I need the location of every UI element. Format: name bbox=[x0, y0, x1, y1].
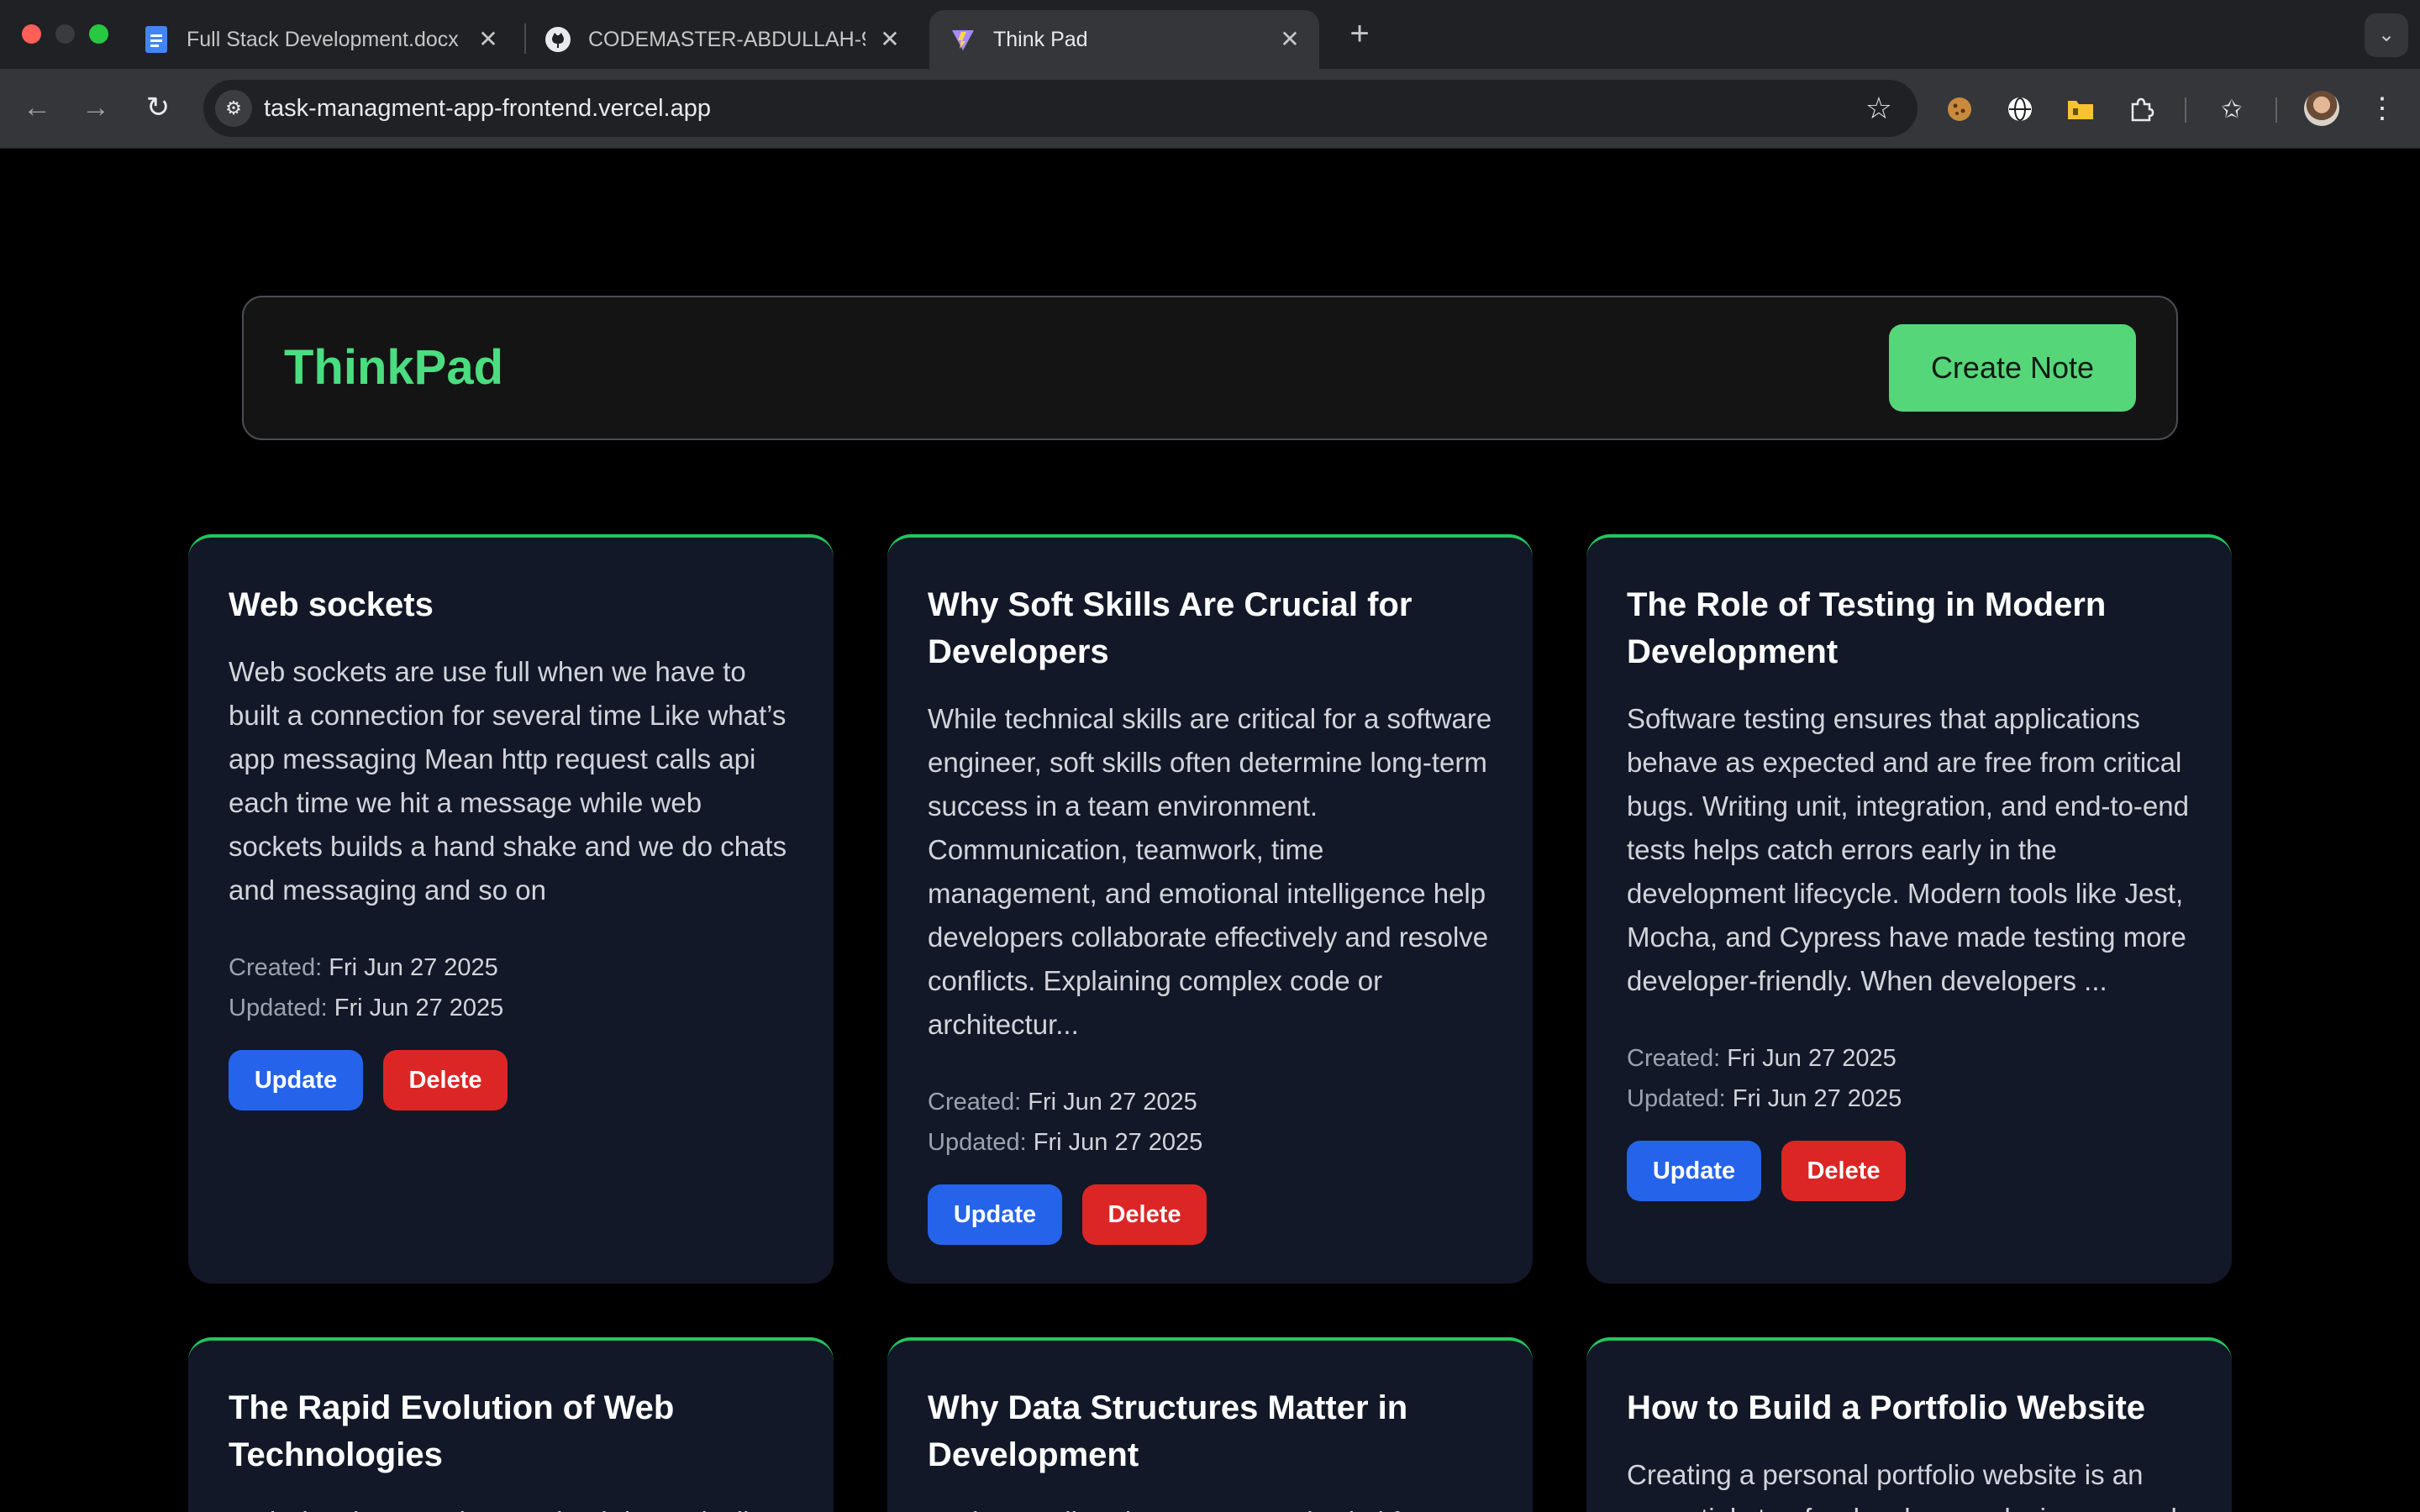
updated-date: Fri Jun 27 2025 bbox=[1732, 1085, 1902, 1112]
url-text[interactable]: task-managment-app-frontend.vercel.app bbox=[264, 95, 711, 123]
address-bar[interactable]: ⚙ task-managment-app-frontend.vercel.app… bbox=[203, 80, 1918, 137]
note-content: Web sockets are use full when we have to… bbox=[229, 656, 787, 906]
reload-icon[interactable]: ↻ bbox=[139, 89, 176, 126]
note-title: Web sockets bbox=[229, 586, 434, 623]
back-arrow-icon[interactable]: ← bbox=[18, 89, 55, 126]
globe-extension-icon[interactable] bbox=[2003, 92, 2037, 126]
created-label: Created: bbox=[229, 954, 323, 981]
note-card: How to Build a Portfolio Website Creatin… bbox=[1586, 1337, 2232, 1512]
browser-toolbar: ← → ↻ ⚙ task-managment-app-frontend.verc… bbox=[0, 69, 2420, 149]
note-actions: Update Delete bbox=[928, 1184, 1207, 1245]
note-title: How to Build a Portfolio Website bbox=[1627, 1389, 2146, 1426]
note-actions: Update Delete bbox=[1627, 1141, 1906, 1201]
toolbar-separator bbox=[2275, 97, 2277, 123]
note-card: Why Soft Skills Are Crucial for Develope… bbox=[887, 534, 1533, 1284]
updated-label: Updated: bbox=[1627, 1085, 1726, 1112]
note-updated: Updated: Fri Jun 27 2025 bbox=[928, 1122, 1202, 1163]
bookmark-star-icon[interactable]: ☆ bbox=[1865, 92, 1892, 125]
toolbar-separator bbox=[2185, 97, 2186, 123]
tab-full-stack-development[interactable]: Full Stack Development.docx ✕ bbox=[123, 10, 518, 69]
note-created: Created: Fri Jun 27 2025 bbox=[1627, 1038, 1897, 1079]
updated-date: Fri Jun 27 2025 bbox=[1033, 1129, 1203, 1156]
note-updated: Updated: Fri Jun 27 2025 bbox=[229, 988, 503, 1028]
note-card: The Rapid Evolution of Web Technologies … bbox=[188, 1337, 834, 1512]
cookie-icon[interactable] bbox=[1943, 92, 1976, 126]
close-tab-icon[interactable]: ✕ bbox=[877, 27, 902, 52]
note-card: Why Data Structures Matter in Developmen… bbox=[887, 1337, 1533, 1512]
close-tab-icon[interactable]: ✕ bbox=[476, 27, 501, 52]
tab-title: Think Pad bbox=[993, 27, 1088, 51]
folder-extension-icon[interactable] bbox=[2064, 92, 2097, 126]
close-tab-icon[interactable]: ✕ bbox=[1277, 27, 1302, 52]
note-title: The Rapid Evolution of Web Technologies bbox=[229, 1389, 675, 1473]
note-content: While technical skills are critical for … bbox=[928, 703, 1492, 1040]
bookmark-star-icon[interactable]: ✩ bbox=[2215, 92, 2249, 126]
tab-title: Full Stack Development.docx bbox=[187, 27, 459, 51]
note-content: Web development has evolved dramatically bbox=[229, 1500, 800, 1512]
site-info-icon[interactable]: ⚙ bbox=[215, 90, 252, 127]
updated-label: Updated: bbox=[928, 1129, 1027, 1156]
delete-button[interactable]: Delete bbox=[383, 1050, 508, 1110]
forward-arrow-icon[interactable]: → bbox=[77, 89, 114, 126]
puzzle-icon[interactable] bbox=[2124, 92, 2158, 126]
created-label: Created: bbox=[928, 1089, 1022, 1116]
app-navbar: ThinkPad Create Note bbox=[242, 296, 2178, 440]
note-created: Created: Fri Jun 27 2025 bbox=[229, 948, 498, 988]
vite-icon bbox=[950, 26, 976, 53]
app-logo-title[interactable]: ThinkPad bbox=[284, 339, 503, 396]
update-button[interactable]: Update bbox=[1627, 1141, 1761, 1201]
created-label: Created: bbox=[1627, 1045, 1721, 1072]
profile-avatar[interactable] bbox=[2304, 91, 2339, 126]
window-close-button[interactable] bbox=[22, 24, 41, 44]
delete-button[interactable]: Delete bbox=[1781, 1141, 1906, 1201]
window-maximize-button[interactable] bbox=[89, 24, 108, 44]
created-date: Fri Jun 27 2025 bbox=[1028, 1089, 1197, 1116]
note-content: Software testing ensures that applicatio… bbox=[1627, 703, 2189, 996]
create-note-button[interactable]: Create Note bbox=[1889, 324, 2136, 412]
note-content: Understanding data structures is vital f… bbox=[928, 1500, 1499, 1512]
updated-date: Fri Jun 27 2025 bbox=[334, 995, 504, 1021]
note-title: Why Soft Skills Are Crucial for Develope… bbox=[928, 586, 1413, 670]
note-card: The Role of Testing in Modern Developmen… bbox=[1586, 534, 2232, 1284]
update-button[interactable]: Update bbox=[229, 1050, 363, 1110]
note-card: Web sockets Web sockets are use full whe… bbox=[188, 534, 834, 1284]
note-updated: Updated: Fri Jun 27 2025 bbox=[1627, 1079, 1902, 1119]
note-actions: Update Delete bbox=[229, 1050, 508, 1110]
created-date: Fri Jun 27 2025 bbox=[329, 954, 498, 981]
note-title: Why Data Structures Matter in Developmen… bbox=[928, 1389, 1408, 1473]
note-created: Created: Fri Jun 27 2025 bbox=[928, 1082, 1197, 1122]
note-title: The Role of Testing in Modern Developmen… bbox=[1627, 586, 2107, 670]
tab-title: CODEMASTER-ABDULLAH-9 bbox=[588, 27, 865, 51]
updated-label: Updated: bbox=[229, 995, 328, 1021]
created-date: Fri Jun 27 2025 bbox=[1727, 1045, 1897, 1072]
note-content: Creating a personal portfolio website is… bbox=[1627, 1459, 2177, 1512]
tab-search-chevron-icon[interactable]: ⌄ bbox=[2365, 13, 2408, 57]
tab-think-pad[interactable]: Think Pad ✕ bbox=[929, 10, 1319, 69]
browser-menu-icon[interactable]: ⋮ bbox=[2368, 89, 2396, 128]
new-tab-button[interactable]: + bbox=[1341, 17, 1378, 54]
delete-button[interactable]: Delete bbox=[1082, 1184, 1207, 1245]
update-button[interactable]: Update bbox=[928, 1184, 1062, 1245]
github-icon bbox=[544, 26, 571, 53]
google-docs-icon bbox=[143, 26, 170, 53]
browser-tab-strip: Full Stack Development.docx ✕ CODEMASTER… bbox=[0, 0, 2420, 69]
tab-github[interactable]: CODEMASTER-ABDULLAH-9 ✕ bbox=[524, 10, 919, 69]
window-minimize-button[interactable] bbox=[55, 24, 75, 44]
